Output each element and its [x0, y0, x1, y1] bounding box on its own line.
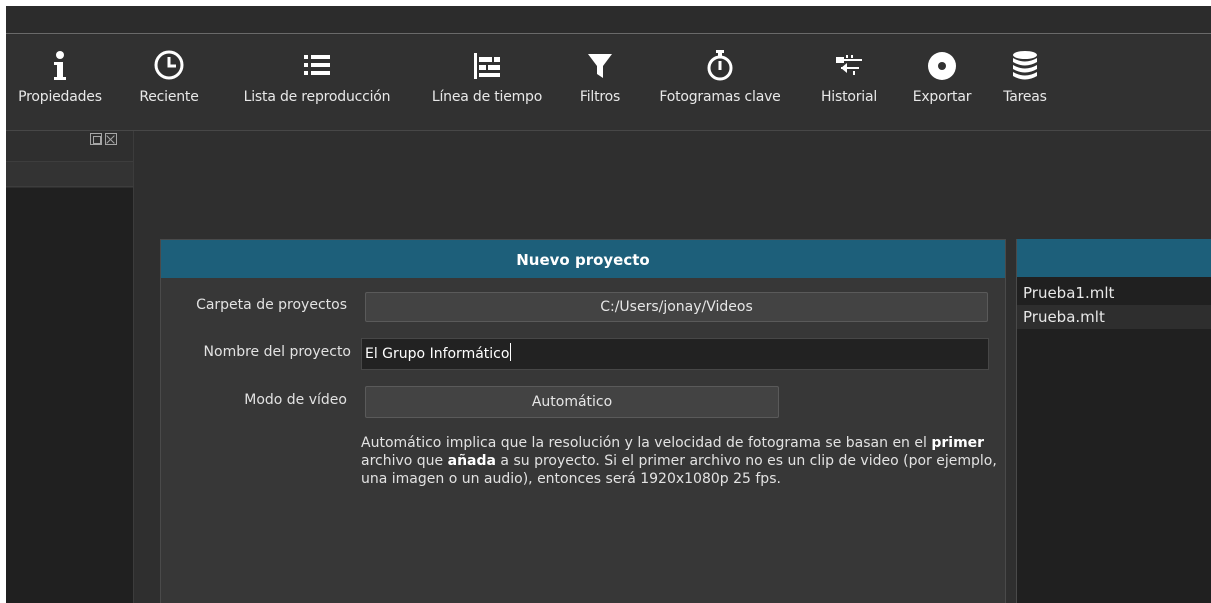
video-mode-select[interactable]: Automático: [365, 386, 779, 418]
list-icon: [224, 49, 410, 89]
list-item[interactable]: Prueba.mlt: [1017, 305, 1211, 329]
filter-icon: [572, 49, 628, 89]
toolbar-button-properties[interactable]: Propiedades: [8, 49, 112, 129]
mode-label-col: Modo de vídeo: [161, 388, 357, 412]
video-mode-label: Modo de vídeo: [244, 392, 347, 408]
toolbar-button-timeline[interactable]: Línea de tiempo: [418, 49, 556, 129]
toolbar-button-keyframes[interactable]: Fotogramas clave: [644, 49, 796, 129]
disc-icon: [902, 49, 982, 89]
toolbar-label: Fotogramas clave: [659, 89, 781, 105]
desc-text: Automático implica que la resolución y l…: [361, 435, 932, 451]
recent-projects-panel: Prueba1.mlt Prueba.mlt: [1016, 239, 1211, 603]
text-caret: [510, 343, 512, 361]
list-item[interactable]: Prueba1.mlt: [1017, 281, 1211, 305]
title-bar: [6, 6, 1211, 34]
app-window: Propiedades Reciente Lista de reproducci…: [6, 6, 1211, 603]
history-icon: [812, 49, 886, 89]
toolbar-button-jobs[interactable]: Tareas: [996, 49, 1054, 129]
desc-bold: primer: [931, 435, 985, 451]
toolbar-label: Filtros: [579, 89, 621, 105]
left-dock-bar: [6, 161, 133, 187]
project-name-input[interactable]: El Grupo Informático: [361, 338, 989, 370]
toolbar-button-filters[interactable]: Filtros: [572, 49, 628, 129]
project-folder-label: Carpeta de proyectos: [196, 297, 347, 313]
dock-float-icon[interactable]: [90, 133, 102, 145]
toolbar-label: Tareas: [1003, 89, 1047, 105]
toolbar-label: Línea de tiempo: [431, 89, 543, 105]
main-toolbar: Propiedades Reciente Lista de reproducci…: [6, 35, 1211, 130]
video-mode-description: Automático implica que la resolución y l…: [361, 434, 1001, 488]
project-name-label: Nombre del proyecto: [203, 344, 351, 360]
toolbar-label: Lista de reproducción: [243, 89, 391, 105]
desc-text: archivo que: [361, 453, 448, 469]
clock-icon: [130, 49, 208, 89]
project-folder-button[interactable]: C:/Users/jonay/Videos: [365, 292, 988, 322]
info-icon: [8, 49, 112, 89]
toolbar-button-recent[interactable]: Reciente: [130, 49, 208, 129]
dock-close-icon[interactable]: [105, 133, 117, 145]
toolbar-label: Historial: [820, 89, 878, 105]
timeline-icon: [418, 49, 556, 89]
stopwatch-icon: [644, 49, 796, 89]
dock-controls: [90, 133, 130, 147]
toolbar-label: Propiedades: [18, 89, 102, 105]
new-project-panel: Nuevo proyecto Carpeta de proyectos C:/U…: [160, 239, 1006, 603]
new-project-title: Nuevo proyecto: [161, 240, 1005, 278]
name-label-col: Nombre del proyecto: [161, 340, 357, 364]
toolbar-button-history[interactable]: Historial: [812, 49, 886, 129]
left-dock-panel: [6, 131, 134, 603]
recent-projects-header: [1017, 239, 1211, 277]
toolbar-divider: [6, 130, 1211, 131]
toolbar-button-export[interactable]: Exportar: [902, 49, 982, 129]
folder-label-col: Carpeta de proyectos: [161, 293, 357, 317]
left-dock-content: [6, 188, 133, 603]
desc-bold: añada: [447, 453, 496, 469]
database-icon: [996, 49, 1054, 89]
toolbar-label: Exportar: [912, 89, 972, 105]
toolbar-button-playlist[interactable]: Lista de reproducción: [224, 49, 410, 129]
toolbar-label: Reciente: [139, 89, 199, 105]
project-name-value: El Grupo Informático: [365, 346, 510, 362]
